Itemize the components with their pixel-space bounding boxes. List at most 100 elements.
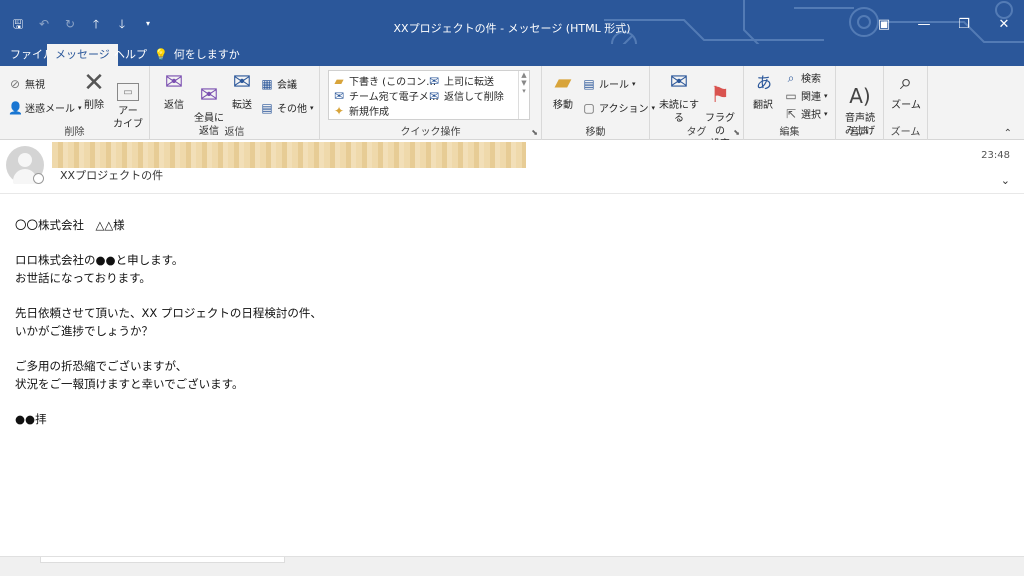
ignore-icon: ⊘	[9, 76, 21, 91]
body-line: ●●拝	[15, 412, 47, 426]
reply-all-icon: ✉	[199, 83, 219, 108]
group-label: ズーム	[890, 127, 921, 138]
group-move: ▰ 移動 ▤ ルール ▾ ▢ アクション ▾ 移動	[542, 66, 655, 140]
quick-step-team-email[interactable]: ✉ チーム宛て電子メ…	[332, 88, 439, 104]
zoom-button[interactable]: ⌕ ズーム	[888, 70, 924, 112]
group-speech: A) 音声読 み上げ 音声	[836, 66, 884, 140]
body-line: ご多用の折恐縮でございますが、	[15, 359, 188, 373]
body-line: お世話になっております。	[15, 271, 151, 285]
body-line: 状況をご一報頂けますと幸いでございます。	[15, 377, 244, 391]
bottom-strip	[0, 556, 1024, 576]
more-respond-button[interactable]: ▤ その他 ▾	[260, 100, 314, 116]
group-label: 返信	[224, 127, 245, 138]
group-delete: ⊘ 無視 👤 迷惑メール ▾ ✕ 削除 ▭ アー カイブ 削除	[0, 66, 150, 140]
archive-icon: ▭	[117, 83, 139, 101]
rules-icon: ▤	[583, 76, 595, 91]
move-button[interactable]: ▰ 移動	[548, 70, 578, 112]
group-label: 音声	[849, 127, 870, 138]
restore-icon[interactable]: ❐	[944, 14, 984, 36]
sender-redacted	[52, 142, 526, 168]
find-button[interactable]: ⌕ 検索	[784, 70, 821, 86]
reply-button[interactable]: ✉ 返信	[160, 70, 188, 112]
body-blank-line	[15, 234, 322, 251]
chevron-down-icon: ▾	[824, 109, 828, 118]
meeting-button[interactable]: ▦ 会議	[260, 76, 297, 92]
group-zoom: ⌕ ズーム ズーム	[884, 66, 928, 140]
forward-mail-icon: ✉	[428, 73, 440, 88]
presence-status-icon	[33, 173, 44, 184]
quick-steps-gallery: ▰ 下書き (このコン… ✉ 上司に転送 ✉ チーム宛て電子メ… ✉ 返信して削除 ✦ 新…	[328, 70, 530, 120]
body-blank-line	[15, 340, 322, 357]
body-blank-line	[15, 393, 322, 410]
delete-button[interactable]: ✕ 削除	[80, 70, 108, 112]
body-line: 先日依頼させて頂いた、XX プロジェクトの日程検討の件、	[15, 306, 322, 320]
reply-icon: ✉	[164, 70, 184, 95]
minimize-icon[interactable]: —	[904, 14, 944, 36]
chevron-down-icon: ▾	[824, 91, 828, 100]
mark-unread-button[interactable]: ✉ 未読にする	[656, 70, 702, 125]
ignore-button[interactable]: ⊘ 無視	[8, 76, 45, 92]
message-subject: XXプロジェクトの件	[60, 169, 164, 182]
chevron-down-icon: ▾	[310, 103, 314, 112]
message-body: 〇〇株式会社 △△様 ロロ株式会社の●●と申します。 お世話になっております。 …	[15, 216, 322, 428]
archive-button[interactable]: ▭ アー カイブ	[112, 70, 144, 131]
unread-icon: ✉	[669, 70, 689, 95]
reply-delete-icon: ✉	[428, 88, 440, 103]
dialog-launcher-icon[interactable]: ⬊	[531, 128, 538, 137]
quick-step-reply-delete[interactable]: ✉ 返信して削除	[427, 88, 504, 104]
new-icon: ✦	[333, 103, 345, 118]
quick-step-draft[interactable]: ▰ 下書き (このコン…	[332, 73, 436, 89]
message-header: XXプロジェクトの件 23:48 ⌄	[0, 140, 1024, 194]
rules-button[interactable]: ▤ ルール ▾	[582, 76, 636, 92]
group-label: タグ	[686, 127, 707, 138]
message-time: 23:48	[981, 150, 1010, 161]
actions-icon: ▢	[583, 100, 595, 115]
junk-icon: 👤	[8, 100, 23, 115]
body-blank-line	[15, 287, 322, 304]
avatar-head	[18, 153, 32, 167]
group-respond: ✉ 返信 ✉ 全員に 返信 ✉ 転送 ▦ 会議 ▤ その他 ▾ 返信	[150, 66, 320, 140]
body-line: いかがご進捗でしょうか？	[15, 324, 153, 338]
related-icon: ▭	[785, 88, 797, 103]
move-folder-icon: ▰	[554, 70, 572, 95]
group-label: 削除	[64, 127, 85, 138]
group-tags: ✉未読にする ⚑フラグの 設定 タグ ⬊	[650, 66, 744, 150]
body-line: ロロ株式会社の●●と申します。	[15, 253, 184, 267]
flag-icon: ⚑	[710, 83, 730, 108]
team-mail-icon: ✉	[333, 88, 345, 103]
gallery-scrollbar[interactable]: ▲ ▼ ▾	[518, 71, 529, 119]
calendar-icon: ▦	[261, 76, 273, 91]
close-icon[interactable]: ✕	[984, 14, 1024, 36]
flag-button[interactable]: ⚑フラグの 設定	[702, 70, 738, 151]
lightbulb-icon: 💡	[154, 48, 168, 61]
quick-step-forward-boss[interactable]: ✉ 上司に転送	[427, 73, 494, 89]
junk-button[interactable]: 👤 迷惑メール ▾	[8, 100, 82, 116]
more-icon: ▤	[261, 100, 273, 115]
dialog-launcher-icon[interactable]: ⬊	[733, 128, 740, 137]
group-editing: あ翻訳 ⌕ 検索 ▭ 関連 ▾ ⇱ 選択 ▾ 編集	[744, 66, 836, 140]
forward-icon: ✉	[232, 70, 252, 95]
ribbon-tabs: ファイル メッセージ ヘルプ 💡 何をしますか	[0, 44, 1024, 66]
tell-me-box[interactable]: 💡 何をしますか	[146, 44, 248, 66]
title-bar: 🖫 ↶ ↻ 🡑 🡓 ▾ XXプロジェクトの件 - メッセージ (HTML 形式)…	[0, 0, 1024, 44]
related-button[interactable]: ▭ 関連 ▾	[784, 88, 828, 104]
translate-button[interactable]: あ翻訳	[750, 70, 776, 112]
expand-header-icon[interactable]: ⌄	[1001, 174, 1010, 187]
window-controls: ▣ — ❐ ✕	[864, 14, 1024, 36]
select-button[interactable]: ⇱ 選択 ▾	[784, 106, 828, 122]
group-label: 移動	[585, 127, 606, 138]
read-aloud-icon: A)	[849, 84, 871, 108]
chevron-down-icon: ▾	[632, 79, 636, 88]
collapse-ribbon-icon[interactable]: ⌃	[1004, 128, 1012, 139]
folder-icon: ▰	[334, 73, 344, 88]
quick-step-new[interactable]: ✦ 新規作成	[332, 103, 389, 119]
group-label: クイック操作	[400, 127, 461, 138]
bottom-box	[40, 557, 285, 563]
ribbon: ⊘ 無視 👤 迷惑メール ▾ ✕ 削除 ▭ アー カイブ 削除 ✉ 返信 ✉ 全員に 返信 ✉…	[0, 66, 1024, 150]
actions-button[interactable]: ▢ アクション ▾	[582, 100, 655, 116]
ribbon-display-icon[interactable]: ▣	[864, 14, 904, 36]
tell-me-label: 何をしますか	[173, 48, 240, 61]
forward-button[interactable]: ✉ 転送	[228, 70, 256, 112]
zoom-icon: ⌕	[899, 70, 913, 95]
search-icon: ⌕	[787, 70, 795, 85]
